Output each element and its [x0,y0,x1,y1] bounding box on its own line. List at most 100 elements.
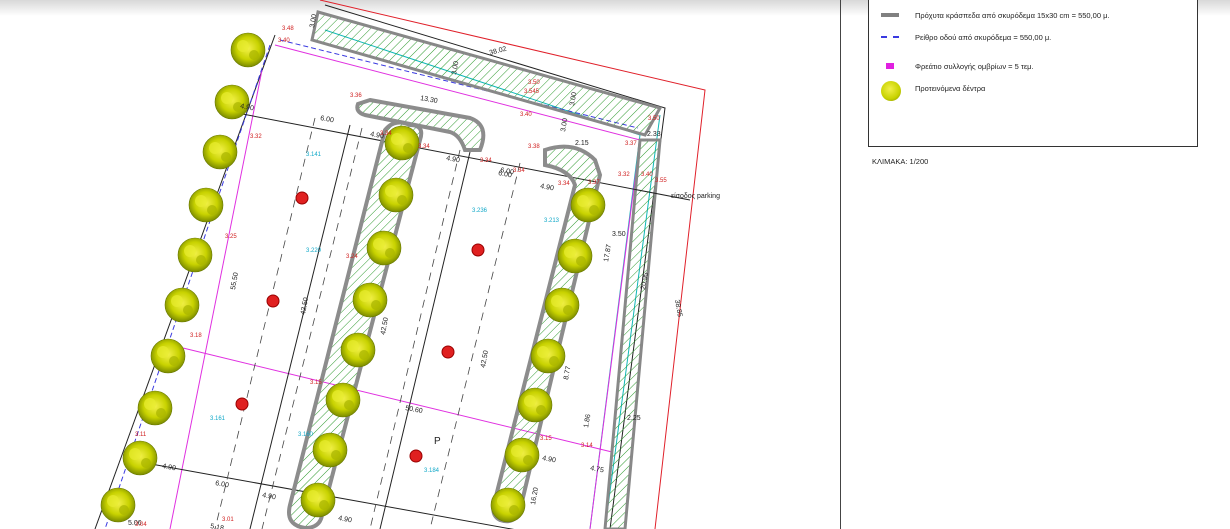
dimension-label: 6.00 [498,170,513,179]
dimension-label: 38.85 [673,299,683,318]
legend-text-curb: Πρόχυτα κράσπεδα από σκυρόδεμα 15x30 cm … [915,10,1110,20]
dimension-label: 8.77 [563,366,572,381]
dimension-label: 16.20 [530,487,540,506]
tree-icon [202,134,238,170]
dimension-label: 2.25 [627,415,641,422]
tree-icon [164,287,200,323]
dimension-label: 6.00 [320,115,335,124]
dimension-label: 5.18 [210,523,225,529]
tree-icon [570,187,606,223]
elevation-label: 3.40 [641,172,653,178]
dashed-blue-line-icon [881,36,899,38]
tree-icon [300,482,336,518]
dimension-label: 3.00 [560,118,569,133]
elevation-label: 3.04 [135,522,147,528]
legend-item-curb: Πρόχυτα κράσπεδα από σκυρόδεμα 15x30 cm … [881,9,1110,21]
elevation-label: 3.34 [380,131,392,137]
cyan-mark-label: 3.141 [306,152,322,158]
tree-icon [214,84,250,120]
cyan-mark-label: 3.213 [544,218,560,224]
tree-icon [340,332,376,368]
dimension-label: 4.90 [162,463,177,472]
cyan-mark-label: 3.160 [298,432,314,438]
tree-icon [312,432,348,468]
dimension-label: 4.90 [540,183,555,192]
cyan-mark-label: 3.161 [210,416,226,422]
elevation-label: 3.55 [655,178,667,184]
drain-marker [266,294,280,308]
drain-marker [235,397,249,411]
tree-icon [490,487,526,523]
tree-icon [530,338,566,374]
elevation-label: 3.32 [250,134,262,140]
legend-item-gutter: Ρείθρο οδού από σκυρόδεμα = 550,00 μ. [881,31,1051,43]
legend-item-drain: Φρεάτιο συλλογής ομβρίων = 5 τεμ. [881,60,1034,72]
parking-symbol-label: P [434,436,441,447]
dimension-label: 38.02 [489,46,508,57]
elevation-label: 3.34 [418,144,430,150]
elevation-label: 3.01 [222,517,234,523]
legend-text-gutter: Ρείθρο οδού από σκυρόδεμα = 550,00 μ. [915,32,1052,42]
tree-icon [122,440,158,476]
dimension-label: 42.50 [300,297,310,316]
elevation-label: 3.48 [282,26,294,32]
elevation-label: 3.50 [648,116,660,122]
sheet-divider-line [840,0,841,529]
tree-icon [544,287,580,323]
tree-icon [366,230,402,266]
drain-marker [409,449,423,463]
magenta-square-icon [886,63,894,69]
dimension-label: 42.50 [480,350,490,369]
dimension-label: 55.50 [230,272,240,291]
elevation-label: 3.40 [520,112,532,118]
gray-bar-icon [881,13,899,17]
tree-icon [325,382,361,418]
tree-icon [177,237,213,273]
dimension-label: 4.90 [262,492,277,501]
dimension-label: 2.33 [647,131,661,138]
dimension-label: 4.90 [446,155,461,164]
drain-marker [471,243,485,257]
drain-marker [441,345,455,359]
tree-icon [517,387,553,423]
dimension-label: 4.90 [338,515,353,524]
elevation-label: 3.15 [310,380,322,386]
dimension-label: 6.00 [215,480,230,489]
legend-panel: Πρόχυτα κράσπεδα από σκυρόδεμα 15x30 cm … [868,0,1198,147]
dimension-label: 1.86 [583,414,592,429]
tree-icon [352,282,388,318]
cyan-mark-label: 3.236 [472,208,488,214]
cyan-mark-label: 3.220 [306,248,322,254]
elevation-label: 3.15 [540,436,552,442]
cyan-mark-label: 3.184 [424,468,440,474]
tree-icon [378,177,414,213]
elevation-label: 3.37 [588,180,600,186]
elevation-label: 3.32 [618,172,630,178]
elevation-label: 3.38 [528,144,540,150]
tree-icon [100,487,136,523]
dimension-label: 13.30 [420,95,439,105]
scale-label: ΚΛΙΜΑΚΑ: 1/200 [872,157,929,166]
tree-icon [504,437,540,473]
site-plan-drawing: 38.02 13.30 4.90 6.00 4.90 4.90 6.00 4.90 2.33 3.… [94,0,720,529]
tree-icon [188,187,224,223]
legend-text-trees: Προτεινόμενα δέντρα [915,83,986,93]
tree-icon [137,390,173,426]
elevation-label: 3.14 [581,443,593,449]
dimension-label: 42.50 [380,317,390,336]
tree-icon [150,338,186,374]
elevation-label: 3.24 [346,254,358,260]
parking-entrance-label: είσοδος parking [671,192,720,200]
elevation-label: 3.25 [225,234,237,240]
dimension-label: 3.50 [612,231,626,238]
elevation-label: 3.40 [278,38,290,44]
tree-icon [230,32,266,68]
legend-item-trees: Προτεινόμενα δέντρα [881,81,986,101]
elevation-label: 3.34 [513,168,525,174]
elevation-label: 3.34 [558,181,570,187]
dimension-label: 2.15 [575,140,589,147]
dimension-label: 17.87 [603,244,613,263]
elevation-label: 3.50 [528,80,540,86]
tree-icon [881,81,901,101]
elevation-label: 3.37 [625,141,637,147]
